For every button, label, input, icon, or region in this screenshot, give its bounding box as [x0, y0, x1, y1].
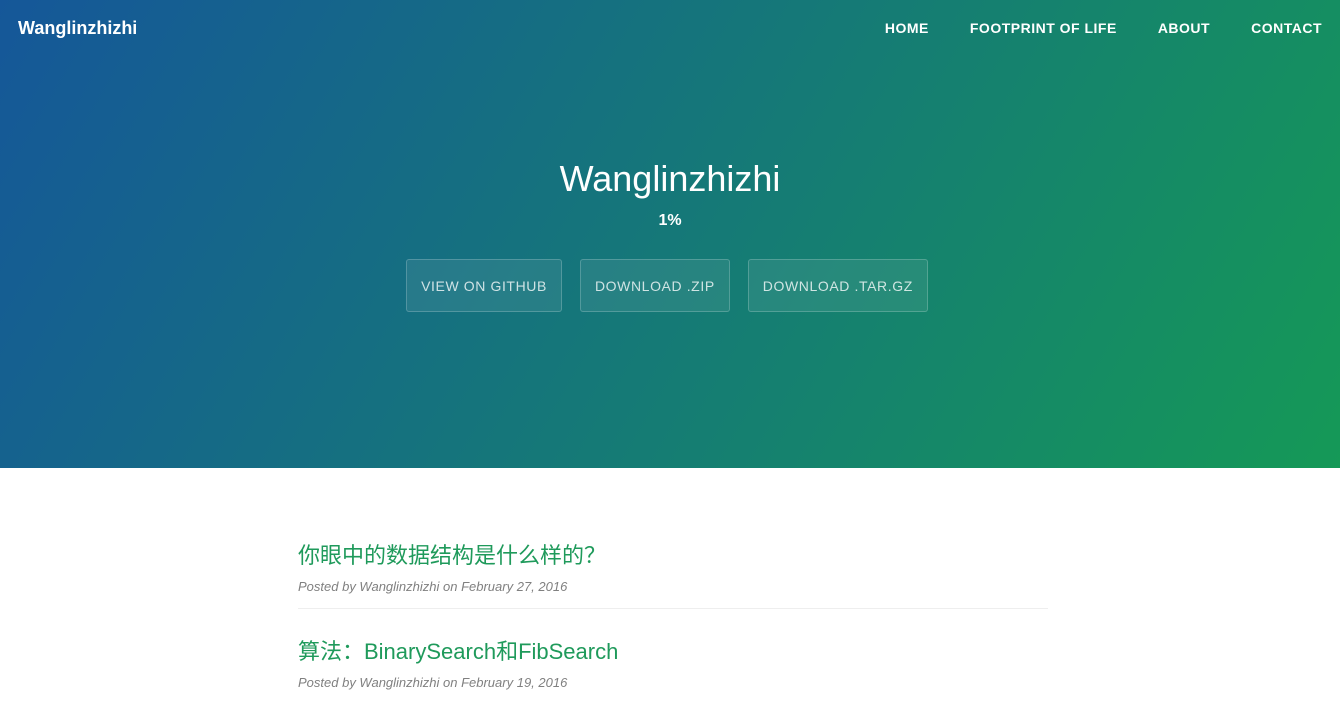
view-on-github-button[interactable]: VIEW ON GITHUB	[406, 259, 562, 312]
post-meta: Posted by Wanglinzhizhi on February 27, …	[298, 579, 568, 594]
top-navbar: Wanglinzhizhi HOME FOOTPRINT OF LIFE ABO…	[0, 0, 1340, 56]
post-list: 你眼中的数据结构是什么样的？ Posted by Wanglinzhizhi o…	[298, 468, 1048, 704]
hero-title: Wanglinzhizhi	[559, 158, 781, 199]
hero-buttons: VIEW ON GITHUB DOWNLOAD .ZIP DOWNLOAD .T…	[0, 259, 1340, 312]
post-meta: Posted by Wanglinzhizhi on February 19, …	[298, 675, 568, 690]
hero-header: Wanglinzhizhi HOME FOOTPRINT OF LIFE ABO…	[0, 0, 1340, 468]
brand-link[interactable]: Wanglinzhizhi	[18, 18, 137, 39]
post-title-link[interactable]: 你眼中的数据结构是什么样的？	[298, 541, 1048, 571]
nav-link-contact[interactable]: CONTACT	[1251, 20, 1322, 36]
nav-link-home[interactable]: HOME	[885, 20, 929, 36]
post-preview: 你眼中的数据结构是什么样的？ Posted by Wanglinzhizhi o…	[298, 468, 1048, 609]
hero-tagline: 1%	[658, 212, 682, 229]
nav-link-footprint-of-life[interactable]: FOOTPRINT OF LIFE	[970, 20, 1117, 36]
nav-links: HOME FOOTPRINT OF LIFE ABOUT CONTACT	[885, 20, 1322, 36]
download-tar-gz-button[interactable]: DOWNLOAD .TAR.GZ	[747, 259, 928, 312]
download-zip-button[interactable]: DOWNLOAD .ZIP	[579, 259, 730, 312]
nav-link-about[interactable]: ABOUT	[1158, 20, 1210, 36]
post-title-link[interactable]: 算法：BinarySearch和FibSearch	[298, 637, 1048, 667]
post-preview: 算法：BinarySearch和FibSearch Posted by Wang…	[298, 609, 1048, 704]
